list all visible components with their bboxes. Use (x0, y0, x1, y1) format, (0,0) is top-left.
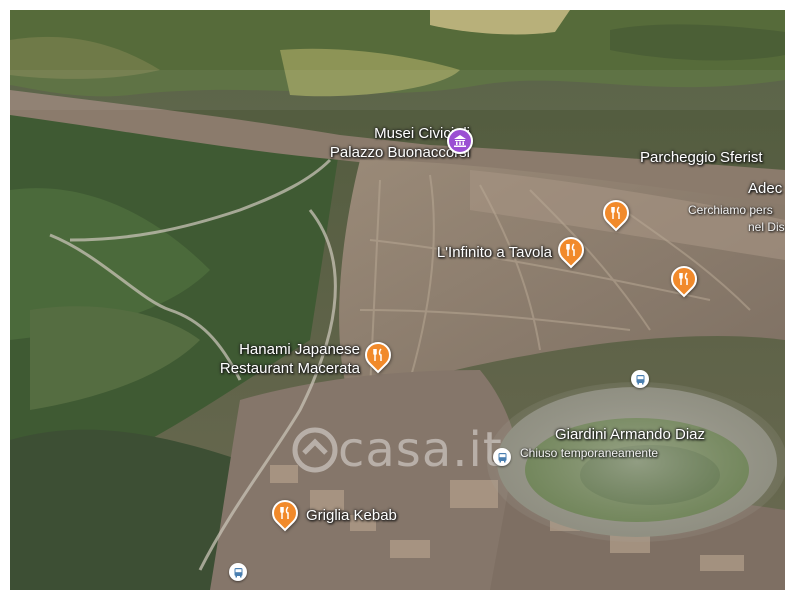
restaurant-icon (365, 342, 391, 368)
hanami-pin[interactable] (359, 336, 397, 374)
adeco-sub2: nel Dis (748, 220, 785, 234)
kebab-label[interactable]: Griglia Kebab (306, 506, 397, 525)
casa-watermark: casa.it (292, 422, 503, 478)
giardini-label[interactable]: Giardini Armando Diaz (520, 425, 740, 444)
restaurant-pin[interactable] (665, 260, 703, 298)
bus-stop-icon[interactable] (229, 563, 247, 581)
restaurant-pin[interactable] (597, 194, 635, 232)
bus-stop-icon[interactable] (493, 448, 511, 466)
parking-label[interactable]: Parcheggio Sferist (640, 148, 763, 167)
museum-label-line2: Palazzo Buonaccorsi (329, 144, 470, 161)
restaurant-icon (603, 200, 629, 226)
hanami-label-line2: Restaurant Macerata (219, 360, 360, 377)
map-viewport[interactable]: casa.it Musei Civici di Palazzo Buonacco… (10, 10, 785, 590)
adeco-sub1: Cerchiamo pers (688, 203, 773, 217)
casa-logo-icon (292, 427, 338, 473)
satellite-terrain (10, 10, 785, 590)
bus-stop-icon[interactable] (631, 370, 649, 388)
infinito-pin[interactable] (552, 231, 590, 269)
museum-icon (447, 128, 473, 154)
museum-label-line1: Musei Civici di (374, 125, 470, 142)
infinito-label[interactable]: L'Infinito a Tavola (390, 243, 552, 262)
museum-label[interactable]: Musei Civici di Palazzo Buonaccorsi (310, 124, 470, 162)
museum-pin[interactable] (447, 128, 473, 154)
restaurant-icon (272, 500, 298, 526)
kebab-pin[interactable] (266, 494, 304, 532)
restaurant-icon (558, 237, 584, 263)
adeco-label[interactable]: Adec (748, 179, 782, 198)
restaurant-icon (671, 266, 697, 292)
hanami-label[interactable]: Hanami Japanese Restaurant Macerata (190, 340, 360, 378)
giardini-status: Chiuso temporaneamente (520, 446, 659, 460)
watermark-text: casa.it (338, 422, 503, 478)
hanami-label-line1: Hanami Japanese (239, 341, 360, 358)
